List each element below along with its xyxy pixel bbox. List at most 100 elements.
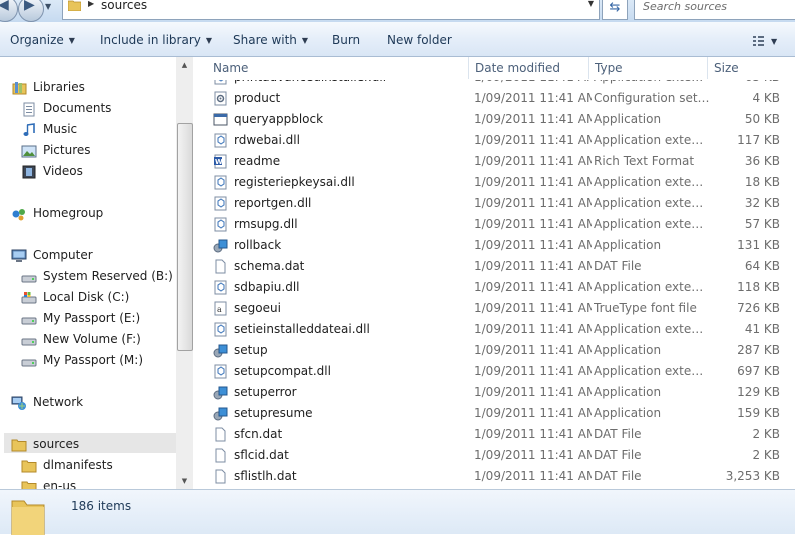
file-row[interactable]: rollback 1/09/2011 11:41 AM Application 131…	[193, 235, 795, 256]
dll-icon	[214, 322, 227, 337]
back-button[interactable]: ◀	[0, 0, 18, 22]
search-box[interactable]	[634, 0, 795, 20]
file-icon	[215, 469, 226, 484]
forward-arrow-icon: ▶	[24, 0, 35, 13]
dll-icon	[214, 133, 227, 148]
file-row[interactable]: reportgen.dll 1/09/2011 11:41 AM Applicati…	[193, 193, 795, 214]
file-name: queryappblock	[234, 112, 324, 126]
file-row[interactable]: product 1/09/2011 11:41 AM Configuration s…	[193, 88, 795, 109]
file-row[interactable]: sflcid.dat 1/09/2011 11:41 AM DAT File 2 KB	[193, 445, 795, 466]
breadcrumb-sources[interactable]: sources	[101, 0, 147, 12]
file-name: sflistlh.dat	[234, 469, 297, 483]
burn-button[interactable]: Burn	[332, 33, 360, 47]
file-row[interactable]: setuperror 1/09/2011 11:41 AM Application 1…	[193, 382, 795, 403]
file-size: 726 KB	[737, 301, 780, 315]
file-row[interactable]: Wreadme 1/09/2011 11:41 AM Rich Text Forma…	[193, 151, 795, 172]
column-header-date-modified[interactable]: Date modified	[468, 57, 588, 79]
dll-icon	[214, 280, 227, 295]
recent-pages-dropdown[interactable]: ▼	[45, 2, 51, 11]
column-header-size[interactable]: Size	[707, 57, 795, 79]
file-date-modified: 1/09/2011 11:41 AM	[474, 301, 592, 315]
nav-en-us-label: en-us	[43, 479, 77, 489]
file-date-modified: 1/09/2011 11:41 AM	[474, 406, 592, 420]
nav-drive-m-label: My Passport (M:)	[43, 353, 143, 367]
details-pane: 186 items	[0, 489, 795, 535]
drive-icon	[21, 359, 37, 367]
address-field[interactable]: ▶ sources ▼	[62, 0, 600, 20]
scroll-up-icon[interactable]: ▲	[176, 57, 193, 73]
file-name: reportgen.dll	[234, 196, 312, 210]
dll-icon	[214, 217, 227, 232]
file-size: 18 KB	[744, 175, 780, 189]
setup-app-icon	[213, 239, 228, 253]
file-icon	[215, 448, 226, 463]
file-size: 41 KB	[744, 322, 780, 336]
drive-icon	[21, 275, 37, 283]
scroll-thumb[interactable]	[177, 123, 193, 351]
file-icon	[215, 259, 226, 274]
file-row[interactable]: a segoeui 1/09/2011 11:41 AM TrueType font …	[193, 298, 795, 319]
file-row[interactable]: sflistlh.dat 1/09/2011 11:41 AM DAT File 3,…	[193, 466, 795, 487]
breadcrumb-separator-icon[interactable]: ▶	[88, 0, 94, 8]
file-date-modified: 1/09/2011 11:41 AM	[474, 217, 592, 231]
file-type: Application extens...	[594, 280, 710, 294]
file-type: Application extens...	[594, 217, 710, 231]
file-name: readme	[234, 154, 281, 168]
file-type: Application	[594, 343, 662, 357]
file-size: 36 KB	[744, 154, 780, 168]
folder-icon	[11, 439, 27, 452]
file-size: 2 KB	[752, 448, 780, 462]
rtf-icon: W	[214, 154, 227, 169]
change-view-button[interactable]: ▼	[751, 31, 789, 49]
music-icon	[23, 123, 35, 136]
folder-large-icon	[11, 500, 45, 535]
forward-button[interactable]: ▶	[18, 0, 44, 22]
dll-icon	[214, 364, 227, 379]
file-row[interactable]: schema.dat 1/09/2011 11:41 AM DAT File 64 K…	[193, 256, 795, 277]
file-row[interactable]: rdwebai.dll 1/09/2011 11:41 AM Application…	[193, 130, 795, 151]
setup-app-icon	[213, 407, 228, 421]
file-row[interactable]: rmsupg.dll 1/09/2011 11:41 AM Application …	[193, 214, 795, 235]
file-row[interactable]: sfcn.dat 1/09/2011 11:41 AM DAT File 2 KB	[193, 424, 795, 445]
address-dropdown-icon[interactable]: ▼	[588, 0, 594, 8]
svg-text:▼: ▼	[771, 37, 778, 46]
file-row[interactable]: setieinstalleddateai.dll 1/09/2011 11:41 …	[193, 319, 795, 340]
nav-sources-label: sources	[33, 437, 80, 451]
file-row[interactable]: sdbapiu.dll 1/09/2011 11:41 AM Application…	[193, 277, 795, 298]
libraries-icon	[12, 82, 27, 95]
file-type: Application extens...	[594, 364, 710, 378]
file-row[interactable]: registeriepkeysai.dll 1/09/2011 11:41 AM A…	[193, 172, 795, 193]
chevron-down-icon: ▼	[205, 36, 213, 45]
column-header-name[interactable]: Name	[207, 57, 469, 79]
file-name: rdwebai.dll	[234, 133, 300, 147]
navigation-scrollbar[interactable]: ▲ ▼	[176, 57, 193, 489]
file-date-modified: 1/09/2011 11:41 AM	[474, 343, 592, 357]
nav-homegroup-label: Homegroup	[33, 206, 104, 220]
file-row[interactable]: setup 1/09/2011 11:41 AM Application 287 KB	[193, 340, 795, 361]
nav-dlmanifests-label: dlmanifests	[43, 458, 113, 472]
file-type: TrueType font file	[594, 301, 697, 315]
refresh-button[interactable]: ⇆	[602, 0, 628, 20]
font-icon: a	[214, 301, 227, 316]
file-size: 131 KB	[737, 238, 780, 252]
file-name: setupcompat.dll	[234, 364, 331, 378]
network-icon	[11, 396, 26, 410]
search-input[interactable]	[641, 0, 795, 14]
organize-button[interactable]: Organize ▼	[10, 33, 75, 47]
share-with-button[interactable]: Share with ▼	[233, 33, 308, 47]
command-bar: Organize ▼ Include in library ▼ Share with…	[0, 22, 795, 57]
file-date-modified: 1/09/2011 11:41 AM	[474, 196, 592, 210]
nav-network-label: Network	[33, 395, 84, 409]
file-row[interactable]: queryappblock 1/09/2011 11:41 AM Applicati…	[193, 109, 795, 130]
scroll-down-icon[interactable]: ▼	[176, 473, 193, 489]
file-name: sflcid.dat	[234, 448, 289, 462]
new-folder-button[interactable]: New folder	[387, 33, 452, 47]
nav-drive-c-label: Local Disk (C:)	[43, 290, 130, 304]
column-header-type[interactable]: Type	[588, 57, 707, 79]
file-row[interactable]: setupresume 1/09/2011 11:41 AM Application…	[193, 403, 795, 424]
file-type: DAT File	[594, 427, 642, 441]
file-row[interactable]: setupcompat.dll 1/09/2011 11:41 AM Applica…	[193, 361, 795, 382]
file-size: 287 KB	[737, 343, 780, 357]
file-name: registeriepkeysai.dll	[234, 175, 355, 189]
include-in-library-button[interactable]: Include in library ▼	[100, 33, 212, 47]
